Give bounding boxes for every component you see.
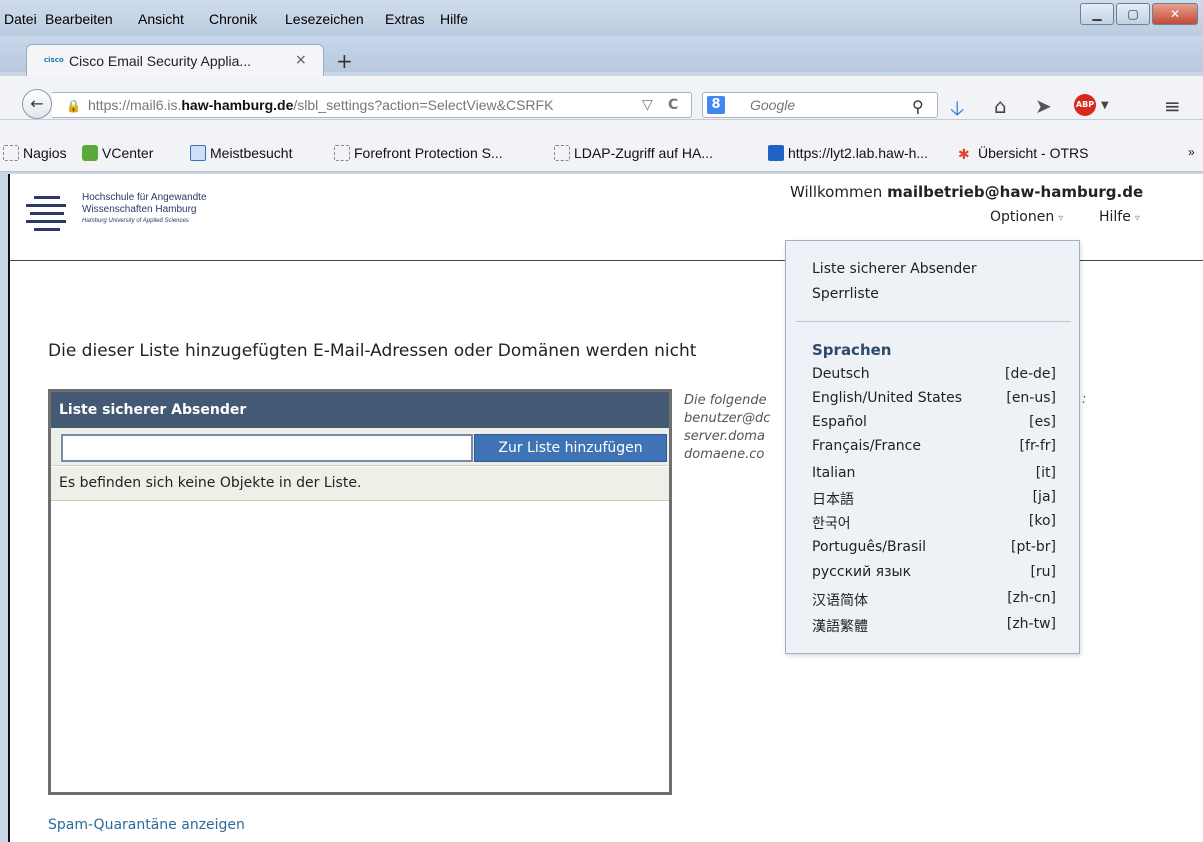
options-menu[interactable]: Optionen ▿ [990, 209, 1063, 225]
language-item-zh-tw[interactable]: 漢語繁體 [zh-tw] [812, 616, 1056, 638]
chevron-down-icon: ▿ [1134, 213, 1140, 224]
language-item-pt[interactable]: Português/Brasil [pt-br] [812, 539, 1056, 561]
maximize-button[interactable]: ▢ [1116, 3, 1150, 25]
blank-page-icon [334, 145, 350, 161]
languages-heading: Sprachen [812, 341, 892, 359]
intro-text: Die dieser Liste hinzugefügten E-Mail-Ad… [48, 341, 697, 361]
google-search-engine-icon[interactable]: 8 [707, 96, 725, 114]
new-tab-button[interactable]: + [336, 49, 353, 73]
language-item-ja[interactable]: 日本語 [ja] [812, 489, 1056, 511]
menu-ansicht[interactable]: Ansicht [138, 11, 184, 27]
bookmark-otrs[interactable]: ✱ Übersicht - OTRS [958, 145, 1088, 162]
close-tab-icon[interactable]: × [295, 52, 307, 68]
outlook-icon [768, 145, 784, 161]
dropdown-item-safelist[interactable]: Liste sicherer Absender [812, 261, 977, 277]
logo-line-1: Hochschule für Angewandte [82, 192, 207, 203]
bookmark-meistbesucht[interactable]: Meistbesucht [190, 145, 292, 161]
options-dropdown: Liste sicherer Absender Sperrliste Sprac… [785, 240, 1080, 654]
home-icon[interactable]: ⌂ [994, 94, 1007, 118]
close-window-button[interactable]: ✕ [1152, 3, 1198, 25]
otrs-icon: ✱ [958, 146, 970, 162]
menu-lesezeichen[interactable]: Lesezeichen [285, 11, 364, 27]
tab-title: Cisco Email Security Applia... [69, 53, 252, 69]
search-bar[interactable] [702, 92, 938, 118]
language-item-fr[interactable]: Français/France [fr-fr] [812, 438, 1056, 460]
hint-tail: : [1082, 392, 1087, 407]
reload-icon[interactable]: C [668, 97, 678, 113]
bookmark-forefront[interactable]: Forefront Protection S... [334, 145, 503, 161]
search-input[interactable]: Google [750, 97, 795, 113]
lock-icon: 🔒 [66, 99, 81, 113]
bookmark-nagios[interactable]: Nagios [3, 145, 67, 161]
haw-logo: Hochschule für Angewandte Wissenschaften… [82, 192, 207, 226]
adblock-dropdown-icon[interactable]: ▼ [1101, 100, 1109, 111]
language-item-de[interactable]: Deutsch [de-de] [812, 366, 1056, 388]
haw-logo-icon [26, 192, 70, 236]
language-item-it[interactable]: Italian [it] [812, 465, 1056, 487]
user-email: mailbetrieb@haw-hamburg.de [887, 183, 1144, 201]
welcome-text: Willkommen mailbetrieb@haw-hamburg.de [790, 183, 1144, 201]
blank-page-icon [3, 145, 19, 161]
add-to-list-button[interactable]: Zur Liste hinzufügen [474, 434, 667, 462]
url-text[interactable]: https://mail6.is.haw-hamburg.de/slbl_set… [88, 97, 553, 113]
back-arrow-icon: ← [30, 94, 44, 113]
logo-line-3: Hamburg University of Applied Sciences [82, 218, 189, 224]
menu-chronik[interactable]: Chronik [209, 11, 257, 27]
menu-bar: Datei Bearbeiten Ansicht Chronik Lesezei… [0, 0, 1203, 36]
cisco-favicon-icon: cisco [44, 56, 64, 64]
minimize-button[interactable]: ▁ [1080, 3, 1114, 25]
logo-line-2: Wissenschaften Hamburg [82, 204, 197, 215]
add-form: Zur Liste hinzufügen [51, 428, 669, 466]
language-item-es[interactable]: Español [es] [812, 414, 1056, 436]
bookmark-vcenter[interactable]: VCenter [82, 145, 153, 161]
vcenter-icon [82, 145, 98, 161]
menu-bearbeiten[interactable]: Bearbeiten [45, 11, 113, 27]
send-icon[interactable]: ➤ [1035, 94, 1052, 118]
tab-cisco[interactable]: cisco Cisco Email Security Applia... × [26, 44, 324, 76]
most-visited-icon [190, 145, 206, 161]
hint-text: Die folgende benutzer@dc server.doma dom… [684, 393, 771, 462]
panel-title: Liste sicherer Absender [51, 392, 669, 428]
address-input[interactable] [61, 434, 473, 462]
back-button[interactable]: ← [22, 89, 52, 119]
menu-hamburger-icon[interactable]: ≡ [1164, 94, 1181, 118]
empty-list-message: Es befinden sich keine Objekte in der Li… [51, 467, 669, 501]
menu-datei[interactable]: Datei [4, 11, 37, 27]
language-item-ko[interactable]: 한국어 [ko] [812, 513, 1056, 535]
language-item-ru[interactable]: русский язык [ru] [812, 564, 1056, 586]
chevron-down-icon: ▿ [1058, 213, 1064, 224]
search-magnifier-icon[interactable]: ⚲ [912, 97, 924, 116]
blank-page-icon [554, 145, 570, 161]
language-item-zh-cn[interactable]: 汉语简体 [zh-cn] [812, 590, 1056, 612]
language-item-en[interactable]: English/United States [en-us] [812, 390, 1056, 412]
bookmark-ldap[interactable]: LDAP-Zugriff auf HA... [554, 145, 713, 161]
dropdown-divider [796, 321, 1071, 322]
dropdown-item-blocklist[interactable]: Sperrliste [812, 286, 879, 302]
menu-hilfe[interactable]: Hilfe [440, 11, 468, 27]
url-dropdown-icon[interactable]: ▽ [642, 97, 653, 113]
bookmark-lyt2[interactable]: https://lyt2.lab.haw-h... [768, 145, 928, 161]
spam-quarantine-link[interactable]: Spam-Quarantäne anzeigen [48, 817, 245, 833]
adblock-icon[interactable]: ABP [1074, 94, 1096, 116]
safelist-panel: Liste sicherer Absender Zur Liste hinzuf… [48, 389, 672, 795]
bookmarks-overflow-button[interactable]: » [1188, 145, 1195, 159]
help-menu[interactable]: Hilfe ▿ [1099, 209, 1140, 225]
menu-extras[interactable]: Extras [385, 11, 425, 27]
